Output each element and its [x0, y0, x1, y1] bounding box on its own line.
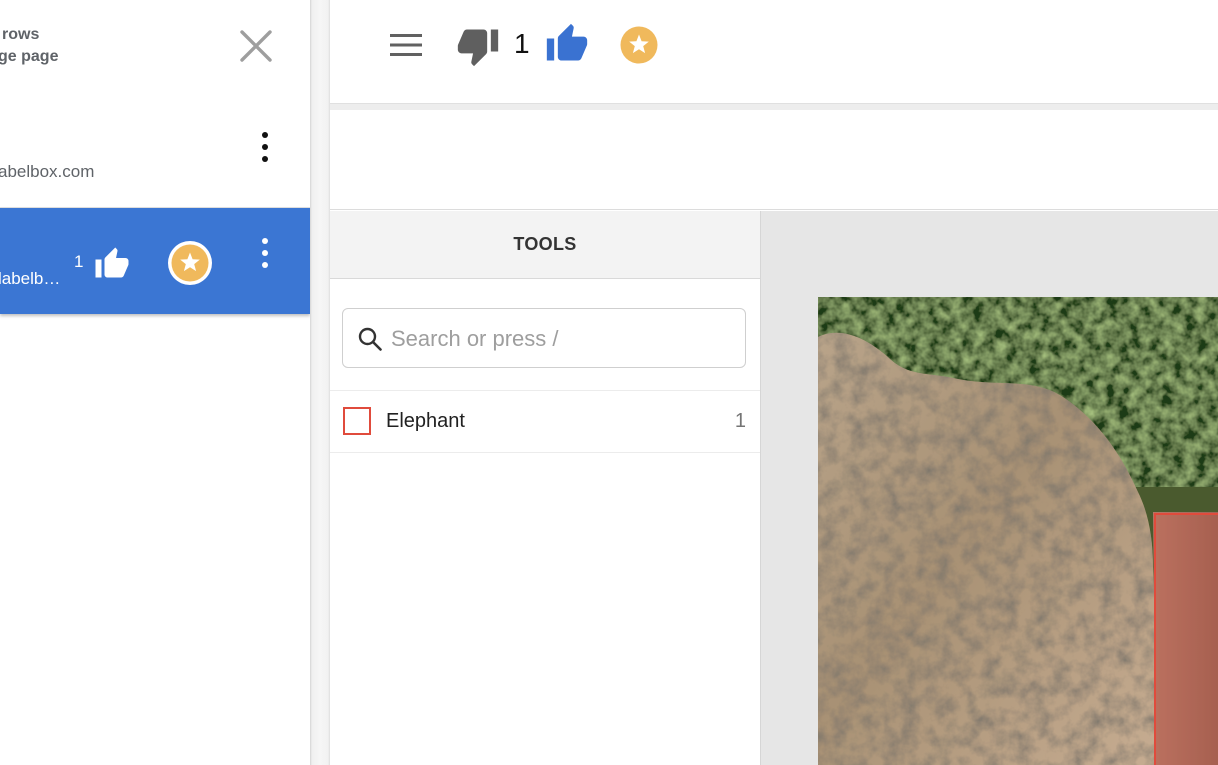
tool-item-elephant[interactable]: Elephant 1: [330, 391, 760, 453]
review-row[interactable]: abelbox.com: [0, 112, 310, 208]
top-toolbar: 1: [330, 0, 1218, 104]
reviewer-email: labelb…: [0, 269, 61, 288]
tools-header: TOOLS: [330, 211, 760, 279]
search-input[interactable]: [391, 319, 731, 359]
search-icon: [358, 327, 382, 351]
drawer-header-line-1: rows: [2, 26, 40, 43]
thumb-down-icon[interactable]: [456, 24, 500, 68]
drawer-divider: [310, 0, 330, 765]
labeled-image[interactable]: [818, 297, 1218, 765]
reviewer-email: abelbox.com: [0, 162, 95, 181]
elephant-bounding-box: [1154, 513, 1218, 765]
thumb-up-icon[interactable]: [544, 22, 590, 66]
drawer-header-line-2: ge page: [0, 48, 59, 65]
more-vertical-icon[interactable]: [253, 129, 277, 165]
tool-count: 1: [734, 410, 746, 432]
menu-icon[interactable]: [388, 28, 424, 62]
like-count: 1: [74, 252, 84, 271]
secondary-toolbar: [330, 110, 1218, 210]
more-vertical-icon[interactable]: [253, 235, 277, 271]
tool-search[interactable]: [342, 308, 746, 368]
thumb-up-icon: [95, 247, 129, 278]
bounding-box-icon: [343, 407, 371, 435]
star-icon[interactable]: [618, 24, 660, 66]
toolbar-separator: [330, 103, 1218, 110]
review-score: 1: [514, 28, 530, 59]
tool-name: Elephant: [386, 410, 465, 432]
star-icon: [168, 241, 212, 285]
tools-panel: TOOLS Elephant 1: [330, 211, 761, 765]
labeling-canvas[interactable]: [761, 211, 1218, 765]
review-row-selected[interactable]: labelb… 1: [0, 208, 310, 314]
close-icon[interactable]: [236, 26, 276, 66]
review-drawer: rows ge page abelbox.com labelb… 1: [0, 0, 310, 765]
